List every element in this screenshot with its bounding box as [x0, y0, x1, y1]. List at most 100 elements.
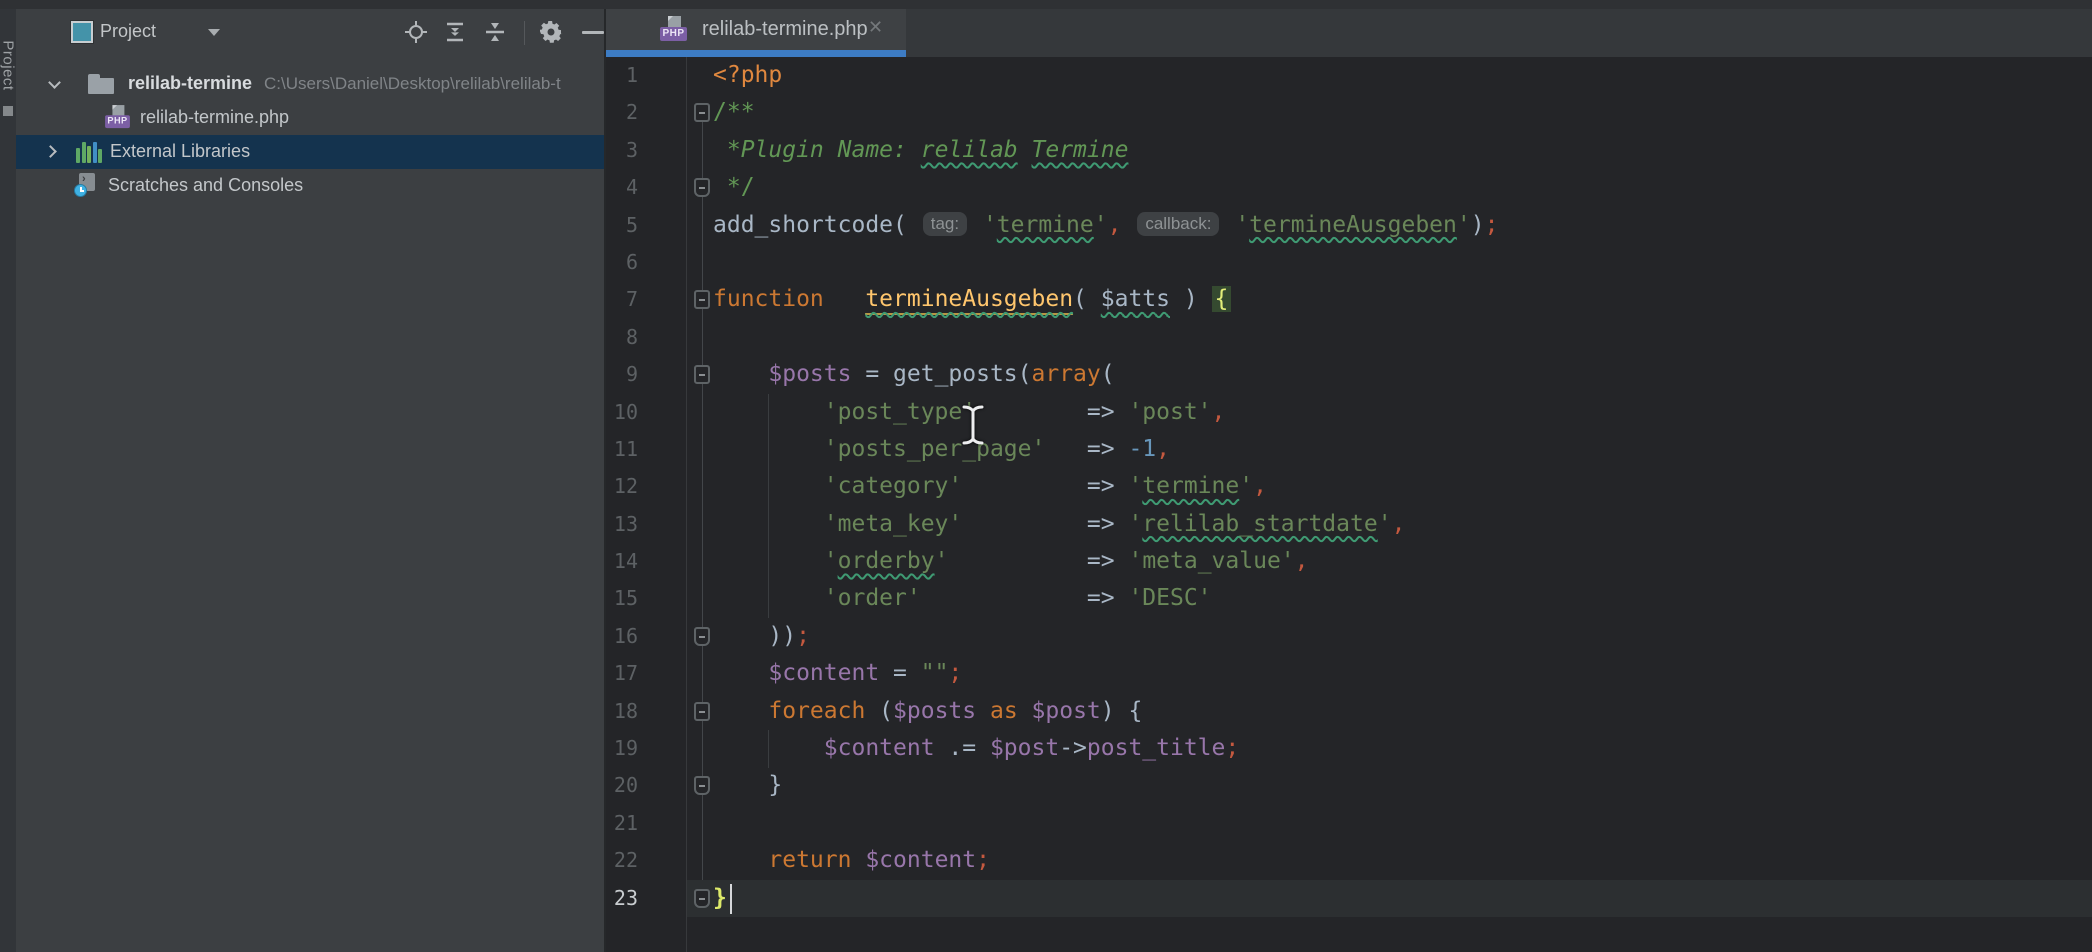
code-line[interactable]: 5add_shortcode( tag: 'termine', callback… — [606, 207, 2092, 244]
line-number: 14 — [606, 543, 638, 580]
fold-marker-icon[interactable] — [694, 627, 710, 646]
tab-relilab-termine-php[interactable]: PHP relilab-termine.php ✕ — [606, 9, 906, 50]
line-number: 1 — [606, 57, 638, 94]
tree-row-project-root[interactable]: relilab-termine C:\Users\Daniel\Desktop\… — [16, 67, 604, 101]
line-number: 11 — [606, 431, 638, 468]
code-text: 'posts_per_page' => -1, — [606, 431, 2092, 468]
line-number: 23 — [606, 880, 638, 917]
code-text: /** — [606, 94, 2092, 131]
code-line[interactable]: 16 )); — [606, 618, 2092, 655]
line-number: 22 — [606, 842, 638, 879]
tree-row-scratches[interactable]: › Scratches and Consoles — [16, 169, 604, 203]
line-number: 2 — [606, 94, 638, 131]
tree-item-label[interactable]: relilab-termine.php — [140, 107, 289, 128]
folder-icon — [87, 72, 115, 96]
fold-marker-icon[interactable] — [694, 776, 710, 795]
close-icon[interactable]: ✕ — [868, 17, 883, 38]
line-number: 17 — [606, 655, 638, 692]
line-number: 4 — [606, 169, 638, 206]
line-number: 9 — [606, 356, 638, 393]
code-line[interactable]: 23} — [606, 880, 2092, 917]
code-line[interactable]: 11 'posts_per_page' => -1, — [606, 431, 2092, 468]
code-line[interactable]: 21 — [606, 805, 2092, 842]
code-text: $content .= $post->post_title; — [606, 730, 2092, 767]
line-number: 19 — [606, 730, 638, 767]
code-text: 'orderby' => 'meta_value', — [606, 543, 2092, 580]
line-number: 7 — [606, 281, 638, 318]
code-text: foreach ($posts as $post) { — [606, 693, 2092, 730]
code-line[interactable]: 22 return $content; — [606, 842, 2092, 879]
code-line[interactable]: 20 } — [606, 767, 2092, 804]
line-number: 8 — [606, 319, 638, 356]
code-text: $posts = get_posts(array( — [606, 356, 2092, 393]
code-area: 1<?php2/**3 *Plugin Name: relilab Termin… — [606, 57, 2092, 917]
code-line[interactable]: 10 'post_type' => 'post', — [606, 394, 2092, 431]
code-line[interactable]: 4 */ — [606, 169, 2092, 206]
line-number: 21 — [606, 805, 638, 842]
code-line[interactable]: 2/** — [606, 94, 2092, 131]
expand-all-icon[interactable] — [443, 20, 467, 44]
project-view-icon — [71, 21, 93, 43]
tree-row-external-libraries[interactable]: External Libraries — [16, 135, 604, 169]
code-line[interactable]: 8 — [606, 319, 2092, 356]
tool-window-handle-icon[interactable] — [3, 106, 13, 116]
php-file-icon: PHP — [660, 16, 687, 43]
project-panel-title[interactable]: Project — [100, 21, 156, 42]
fold-marker-icon[interactable] — [694, 702, 710, 721]
php-file-icon: PHP — [105, 105, 130, 130]
editor-tab-bar: PHP relilab-termine.php ✕ — [606, 9, 2092, 57]
tree-item-label[interactable]: relilab-termine — [128, 73, 252, 94]
active-tab-indicator — [606, 50, 906, 57]
line-number: 12 — [606, 468, 638, 505]
code-line[interactable]: 13 'meta_key' => 'relilab_startdate', — [606, 506, 2092, 543]
fold-marker-icon[interactable] — [694, 889, 710, 908]
gear-icon[interactable] — [540, 20, 564, 44]
code-text: 'order' => 'DESC' — [606, 580, 2092, 617]
code-line[interactable]: 7function termineAusgeben( $atts ) { — [606, 281, 2092, 318]
hide-panel-icon[interactable] — [582, 20, 604, 44]
code-text: function termineAusgeben( $atts ) { — [606, 281, 2092, 318]
code-line[interactable]: 6 — [606, 244, 2092, 281]
line-number: 5 — [606, 207, 638, 244]
chevron-down-icon[interactable] — [48, 76, 61, 89]
code-line[interactable]: 18 foreach ($posts as $post) { — [606, 693, 2092, 730]
code-line[interactable]: 9 $posts = get_posts(array( — [606, 356, 2092, 393]
line-number: 3 — [606, 132, 638, 169]
project-toolwindow-label[interactable]: Project — [0, 28, 17, 104]
chevron-right-icon[interactable] — [44, 145, 57, 158]
code-line[interactable]: 17 $content = ""; — [606, 655, 2092, 692]
tree-row-php-file[interactable]: PHP relilab-termine.php — [16, 101, 604, 135]
code-text: 'post_type' => 'post', — [606, 394, 2092, 431]
code-line[interactable]: 14 'orderby' => 'meta_value', — [606, 543, 2092, 580]
code-text: $content = ""; — [606, 655, 2092, 692]
code-text: */ — [606, 169, 2092, 206]
line-number: 15 — [606, 580, 638, 617]
fold-marker-icon[interactable] — [694, 178, 710, 197]
tree-item-label[interactable]: External Libraries — [110, 141, 250, 162]
code-editor[interactable]: 1<?php2/**3 *Plugin Name: relilab Termin… — [606, 57, 2092, 952]
collapse-all-icon[interactable] — [483, 20, 507, 44]
line-number: 6 — [606, 244, 638, 281]
line-number: 13 — [606, 506, 638, 543]
line-number: 16 — [606, 618, 638, 655]
line-number: 18 — [606, 693, 638, 730]
code-text: *Plugin Name: relilab Termine — [606, 132, 2092, 169]
tree-item-label[interactable]: Scratches and Consoles — [108, 175, 303, 196]
fold-marker-icon[interactable] — [694, 290, 710, 309]
code-line[interactable]: 3 *Plugin Name: relilab Termine — [606, 132, 2092, 169]
tab-label[interactable]: relilab-termine.php — [702, 18, 868, 41]
locate-icon[interactable] — [404, 20, 428, 44]
line-number: 10 — [606, 394, 638, 431]
code-text: } — [606, 880, 2092, 917]
toolbar-divider — [524, 21, 525, 45]
fold-marker-icon[interactable] — [694, 103, 710, 122]
code-line[interactable]: 12 'category' => 'termine', — [606, 468, 2092, 505]
code-line[interactable]: 15 'order' => 'DESC' — [606, 580, 2092, 617]
code-text: 'category' => 'termine', — [606, 468, 2092, 505]
fold-marker-icon[interactable] — [694, 365, 710, 384]
code-text: add_shortcode( tag: 'termine', callback:… — [606, 207, 2092, 245]
code-line[interactable]: 1<?php — [606, 57, 2092, 94]
code-line[interactable]: 19 $content .= $post->post_title; — [606, 730, 2092, 767]
chevron-down-icon[interactable] — [208, 29, 220, 36]
external-libraries-icon — [76, 141, 104, 163]
